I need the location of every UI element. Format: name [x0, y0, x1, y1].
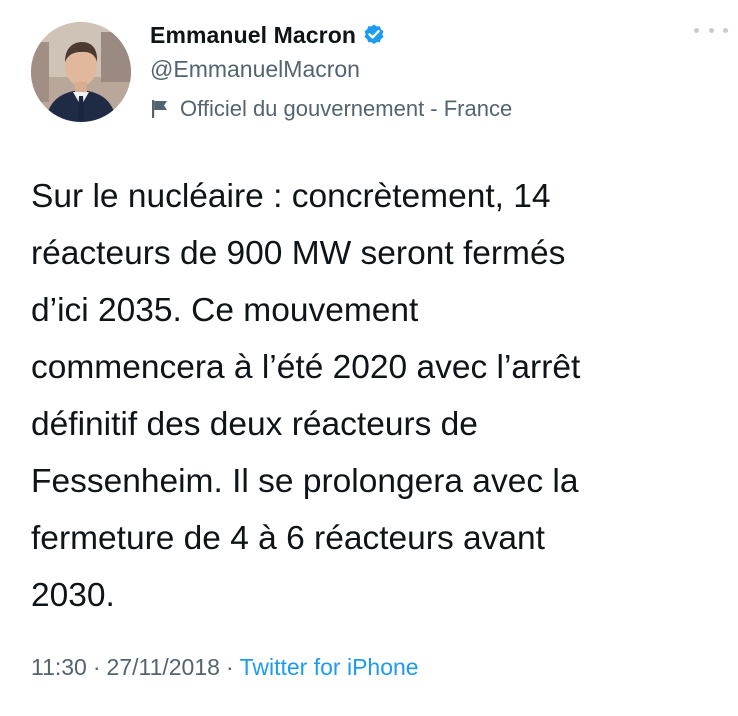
tweet-date[interactable]: 27/11/2018 [107, 654, 220, 681]
tweet-card: Emmanuel Macron @EmmanuelMacron Officiel… [0, 0, 738, 716]
tweet-line: Fessenheim. Il se prolongera avec la [31, 463, 579, 500]
tweet-line: d’ici 2035. Ce mouvement [31, 292, 419, 329]
separator: · [225, 654, 234, 680]
affiliation-label[interactable]: Officiel du gouvernement - France [150, 96, 512, 122]
tweet-line: réacteurs de 900 MW seront fermés [31, 235, 566, 272]
separator: · [92, 654, 101, 680]
tweet-line: Sur le nucléaire : concrètement, 14 [31, 178, 551, 215]
author-display-name[interactable]: Emmanuel Macron [150, 22, 356, 49]
author-name-row: Emmanuel Macron [150, 18, 386, 52]
tweet-metadata: 11:30 · 27/11/2018 · Twitter for iPhone [31, 654, 419, 681]
tweet-line: 2030. [31, 577, 115, 614]
tweet-line: fermeture de 4 à 6 réacteurs avant [31, 520, 545, 557]
tweet-text: Sur le nucléaire : concrètement, 14 réac… [31, 168, 731, 624]
avatar[interactable] [31, 22, 131, 122]
tweet-time[interactable]: 11:30 [31, 654, 87, 681]
author-handle[interactable]: @EmmanuelMacron [150, 56, 360, 83]
more-options-icon[interactable] [694, 22, 728, 38]
affiliation-text: Officiel du gouvernement - France [180, 96, 513, 121]
verified-badge-icon [362, 23, 386, 47]
tweet-source-link[interactable]: Twitter for iPhone [240, 654, 419, 681]
flag-icon [150, 98, 170, 120]
tweet-line: commencera à l’été 2020 avec l’arrêt [31, 349, 581, 386]
tweet-line: définitif des deux réacteurs de [31, 406, 478, 443]
